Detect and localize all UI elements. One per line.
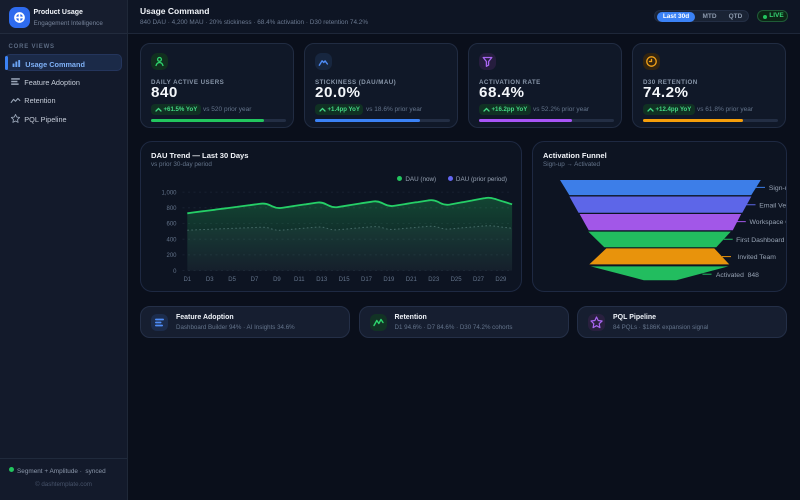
svg-text:800: 800 [166, 206, 177, 212]
svg-text:D5: D5 [228, 277, 236, 283]
svg-text:D29: D29 [495, 277, 507, 283]
svg-text:D21: D21 [406, 277, 418, 283]
svg-text:D15: D15 [339, 277, 351, 283]
svg-text:600: 600 [166, 222, 177, 228]
svg-text:D11: D11 [294, 277, 305, 283]
svg-text:Invited Team: Invited Team [738, 254, 777, 261]
svg-text:D25: D25 [451, 277, 463, 283]
svg-text:D17: D17 [361, 277, 373, 283]
svg-text:Email Verified 3,800: Email Verified 3,800 [759, 202, 786, 209]
svg-text:0: 0 [173, 269, 177, 275]
svg-text:Activated 848: Activated 848 [716, 272, 759, 279]
svg-text:Workspace Created: Workspace Created [750, 219, 787, 226]
svg-text:D13: D13 [316, 277, 328, 283]
svg-text:D19: D19 [383, 277, 395, 283]
svg-text:D1: D1 [183, 277, 191, 283]
svg-text:First Dashboard 2,3: First Dashboard 2,3 [736, 237, 786, 244]
svg-text:1,000: 1,000 [161, 190, 177, 196]
svg-text:400: 400 [166, 237, 177, 243]
svg-text:D7: D7 [251, 277, 259, 283]
svg-text:D23: D23 [428, 277, 440, 283]
svg-text:D27: D27 [473, 277, 485, 283]
svg-text:200: 200 [166, 253, 177, 259]
svg-text:D3: D3 [206, 277, 214, 283]
svg-text:D9: D9 [273, 277, 281, 283]
svg-text:Sign-up 4,200: Sign-up 4,200 [769, 185, 786, 192]
